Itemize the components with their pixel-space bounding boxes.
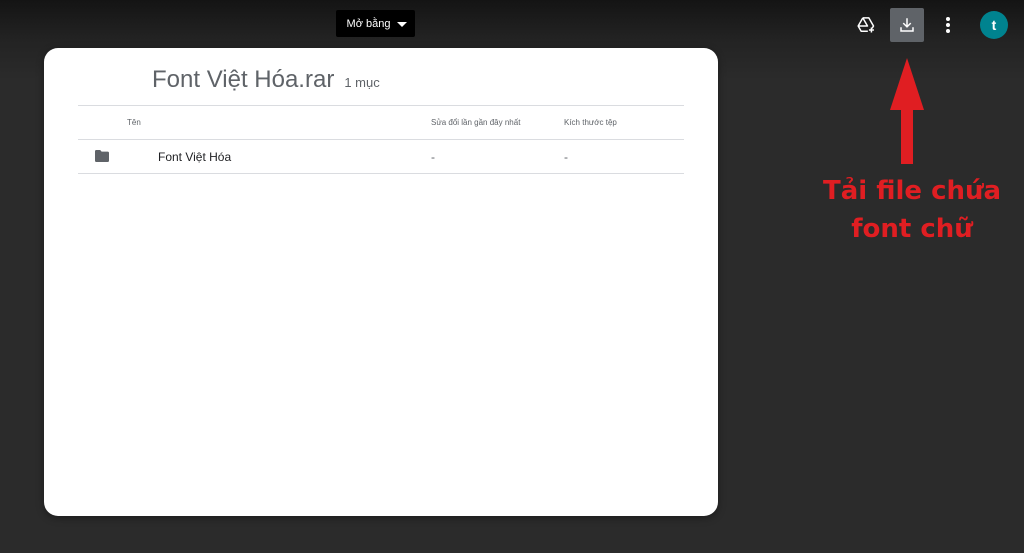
- annotation-line-1: Tải file chứa: [822, 176, 1002, 206]
- archive-contents-table: Tên Sửa đổi lần gần đây nhất Kích thước …: [78, 105, 684, 174]
- table-row[interactable]: Font Việt Hóa - -: [78, 140, 684, 174]
- open-with-button[interactable]: Mở bằng: [336, 10, 415, 37]
- archive-preview-card: Font Việt Hóa.rar 1 mục Tên Sửa đổi lần …: [44, 48, 718, 516]
- annotation-line-2: font chữ: [851, 214, 973, 244]
- add-to-drive-button[interactable]: [849, 8, 883, 42]
- row-modified: -: [431, 150, 435, 164]
- row-size: -: [564, 150, 568, 164]
- column-header-size[interactable]: Kích thước tệp: [564, 118, 617, 127]
- download-annotation: Tải file chứa font chữ: [800, 172, 1024, 248]
- card-header: Font Việt Hóa.rar 1 mục: [152, 66, 380, 94]
- item-count: 1 mục: [344, 75, 380, 90]
- more-options-button[interactable]: [931, 8, 965, 42]
- red-arrow-up-icon: [890, 58, 924, 164]
- row-name: Font Việt Hóa: [158, 150, 232, 164]
- download-icon: [900, 18, 914, 32]
- table-header: Tên Sửa đổi lần gần đây nhất Kích thước …: [78, 105, 684, 140]
- download-button[interactable]: [890, 8, 924, 42]
- add-to-drive-icon: [857, 17, 875, 33]
- caret-down-icon: [397, 21, 408, 27]
- column-header-name[interactable]: Tên: [127, 118, 141, 127]
- folder-icon: [95, 150, 109, 162]
- more-vert-icon: [946, 17, 950, 33]
- archive-title: Font Việt Hóa.rar: [152, 66, 335, 93]
- open-with-label: Mở bằng: [346, 17, 391, 30]
- column-header-modified[interactable]: Sửa đổi lần gần đây nhất: [431, 118, 520, 127]
- account-avatar[interactable]: t: [980, 11, 1008, 39]
